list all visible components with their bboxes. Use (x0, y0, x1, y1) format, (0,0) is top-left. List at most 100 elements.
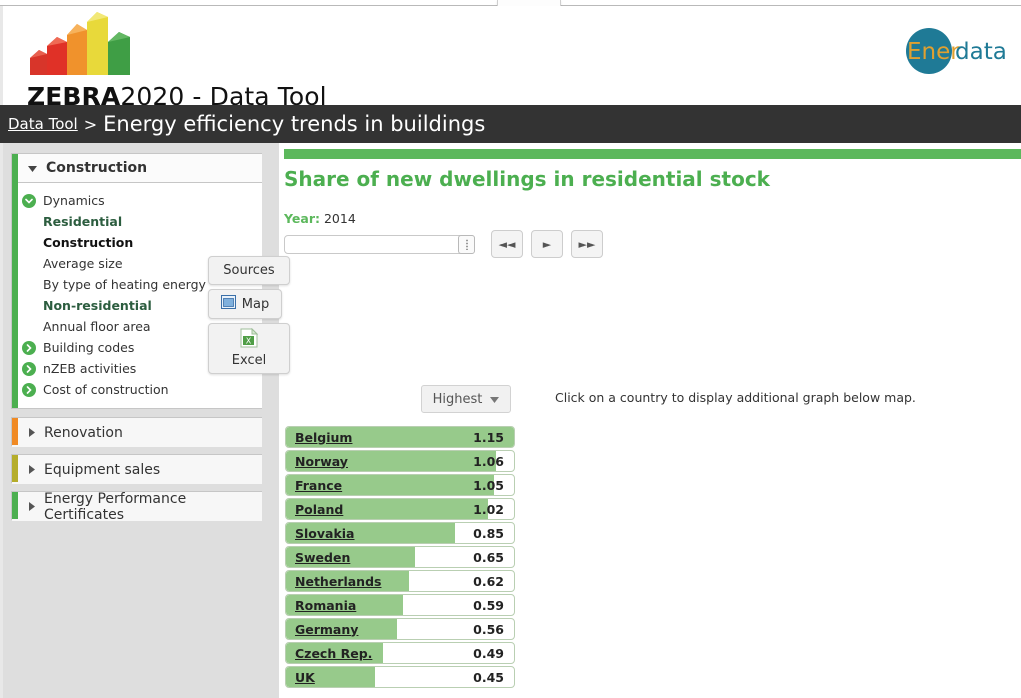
slider-grip-icon (465, 238, 468, 250)
triangle-down-icon (28, 160, 37, 176)
ranking-row[interactable]: UK 0.45 (285, 666, 515, 688)
year-slider-handle[interactable] (458, 234, 475, 254)
sidebar-item-label: nZEB activities (43, 361, 137, 376)
export-button-group: Sources Map X Excel (208, 256, 290, 378)
chart-title: Share of new dwellings in residential st… (284, 167, 770, 191)
year-label-text: Year: (284, 211, 320, 226)
sidebar-panel-header-epc[interactable]: Energy Performance Certificates (12, 491, 262, 523)
map-window-icon (220, 295, 236, 313)
ranking-row[interactable]: Slovakia 0.85 (285, 522, 515, 544)
sort-order-select[interactable]: Highest (421, 385, 511, 413)
excel-button-label: Excel (231, 353, 267, 368)
chevron-right-circle-icon (22, 382, 36, 397)
step-forward-button[interactable]: ►► (571, 230, 603, 258)
sidebar-panel-header-equipment-sales[interactable]: Equipment sales (12, 455, 262, 484)
ranking-value: 1.02 (473, 501, 504, 517)
ranking-country-link[interactable]: Belgium (295, 427, 352, 447)
sidebar-item-label: Cost of construction (43, 382, 169, 397)
sidebar-item-construction[interactable]: Construction (12, 232, 262, 253)
excel-file-icon: X (209, 327, 289, 352)
panel-accent-equipment-sales (12, 455, 18, 482)
sidebar-panel-renovation[interactable]: Renovation (11, 417, 263, 447)
ranking-value: 0.62 (473, 573, 504, 589)
ranking-row[interactable]: Romania 0.59 (285, 594, 515, 616)
triangle-right-icon (28, 425, 35, 441)
sort-order-value: Highest (432, 391, 483, 407)
caret-down-icon (490, 392, 500, 407)
ranking-value: 0.56 (473, 621, 504, 637)
sidebar-panel-title: Equipment sales (44, 461, 161, 478)
ranking-country-link[interactable]: Sweden (295, 547, 350, 567)
ranking-country-link[interactable]: France (295, 475, 342, 495)
breadcrumb-link-data-tool[interactable]: Data Tool (8, 115, 78, 133)
ranking-row[interactable]: Poland 1.02 (285, 498, 515, 520)
play-button[interactable]: ► (531, 230, 563, 258)
ranking-value: 0.49 (473, 645, 504, 661)
sidebar-panel-title: Construction (46, 160, 148, 176)
sidebar-panel-energy-performance-certificates[interactable]: Energy Performance Certificates (11, 491, 263, 523)
zebra-logo-glyph (30, 12, 130, 75)
main-content: Share of new dwellings in residential st… (279, 143, 1021, 698)
panel-accent-renovation (12, 418, 18, 445)
ranking-country-link[interactable]: Poland (295, 499, 343, 519)
sources-button[interactable]: Sources (208, 256, 290, 285)
ranking-row[interactable]: Belgium 1.15 (285, 426, 515, 448)
year-label: Year: 2014 (284, 211, 603, 226)
sidebar-item-cost-of-construction[interactable]: Cost of construction (12, 379, 262, 400)
zebra-buildings-logo-icon (25, 10, 153, 80)
sidebar-item-label: Dynamics (43, 193, 105, 208)
step-forward-glyph: ►► (578, 237, 596, 251)
svg-text:X: X (246, 337, 252, 346)
play-glyph: ► (542, 237, 552, 251)
breadcrumb: Data Tool > Energy efficiency trends in … (0, 105, 1021, 143)
ranking-value: 0.59 (473, 597, 504, 613)
site-header: ZEBRA2020 - Data Tool Ener data (0, 6, 1021, 111)
year-slider-row: ◄◄ ► ►► (284, 230, 603, 258)
ranking-row[interactable]: Germany 0.56 (285, 618, 515, 640)
site-logo[interactable]: ZEBRA2020 - Data Tool (15, 8, 435, 111)
sidebar-item-dynamics[interactable]: Dynamics (12, 190, 262, 211)
ranking-value: 0.85 (473, 525, 504, 541)
panel-accent-epc (12, 492, 18, 519)
panel-accent-construction (12, 154, 18, 408)
excel-button[interactable]: X Excel (208, 323, 290, 374)
ranking-row[interactable]: Czech Rep. 0.49 (285, 642, 515, 664)
section-accent-rule (284, 149, 1021, 159)
triangle-right-icon (28, 499, 35, 515)
sidebar-panel-header-renovation[interactable]: Renovation (12, 418, 262, 447)
ranking-country-link[interactable]: Germany (295, 619, 358, 639)
enerdata-part1: Ener (907, 39, 960, 65)
breadcrumb-separator: > (83, 114, 98, 134)
triangle-right-icon (28, 462, 35, 478)
ranking-country-link[interactable]: Czech Rep. (295, 643, 372, 663)
ranking-country-link[interactable]: Netherlands (295, 571, 381, 591)
step-back-button[interactable]: ◄◄ (491, 230, 523, 258)
chevron-right-circle-icon (22, 361, 36, 376)
year-slider[interactable] (284, 234, 475, 254)
enerdata-logo-glyph: Ener data (906, 28, 1007, 74)
ranking-country-link[interactable]: Slovakia (295, 523, 355, 543)
sidebar: Construction Dynamics Residential Constr… (0, 143, 290, 698)
sources-button-label: Sources (223, 263, 275, 278)
ranking-country-link[interactable]: Norway (295, 451, 348, 471)
sidebar-item-label: Building codes (43, 340, 135, 355)
ranking-row[interactable]: Sweden 0.65 (285, 546, 515, 568)
ranking-row[interactable]: France 1.05 (285, 474, 515, 496)
sidebar-panel-header-construction[interactable]: Construction (12, 154, 262, 183)
enerdata-part2: data (955, 39, 1007, 65)
ranking-value: 1.15 (473, 429, 504, 445)
country-ranking-list: Belgium 1.15 Norway 1.06 France 1.05 Poland 1.0… (285, 426, 515, 690)
year-control: Year: 2014 ◄◄ ► ►► (284, 211, 603, 258)
ranking-country-link[interactable]: Romania (295, 595, 356, 615)
map-button[interactable]: Map (208, 289, 282, 319)
enerdata-logo[interactable]: Ener data (903, 25, 1013, 77)
step-back-glyph: ◄◄ (498, 237, 516, 251)
sidebar-panel-equipment-sales[interactable]: Equipment sales (11, 454, 263, 484)
ranking-row[interactable]: Norway 1.06 (285, 450, 515, 472)
ranking-value: 0.65 (473, 549, 504, 565)
ranking-country-link[interactable]: UK (295, 667, 315, 687)
ranking-value: 1.06 (473, 453, 504, 469)
year-value: 2014 (323, 211, 356, 226)
ranking-value: 1.05 (473, 477, 504, 493)
ranking-row[interactable]: Netherlands 0.62 (285, 570, 515, 592)
